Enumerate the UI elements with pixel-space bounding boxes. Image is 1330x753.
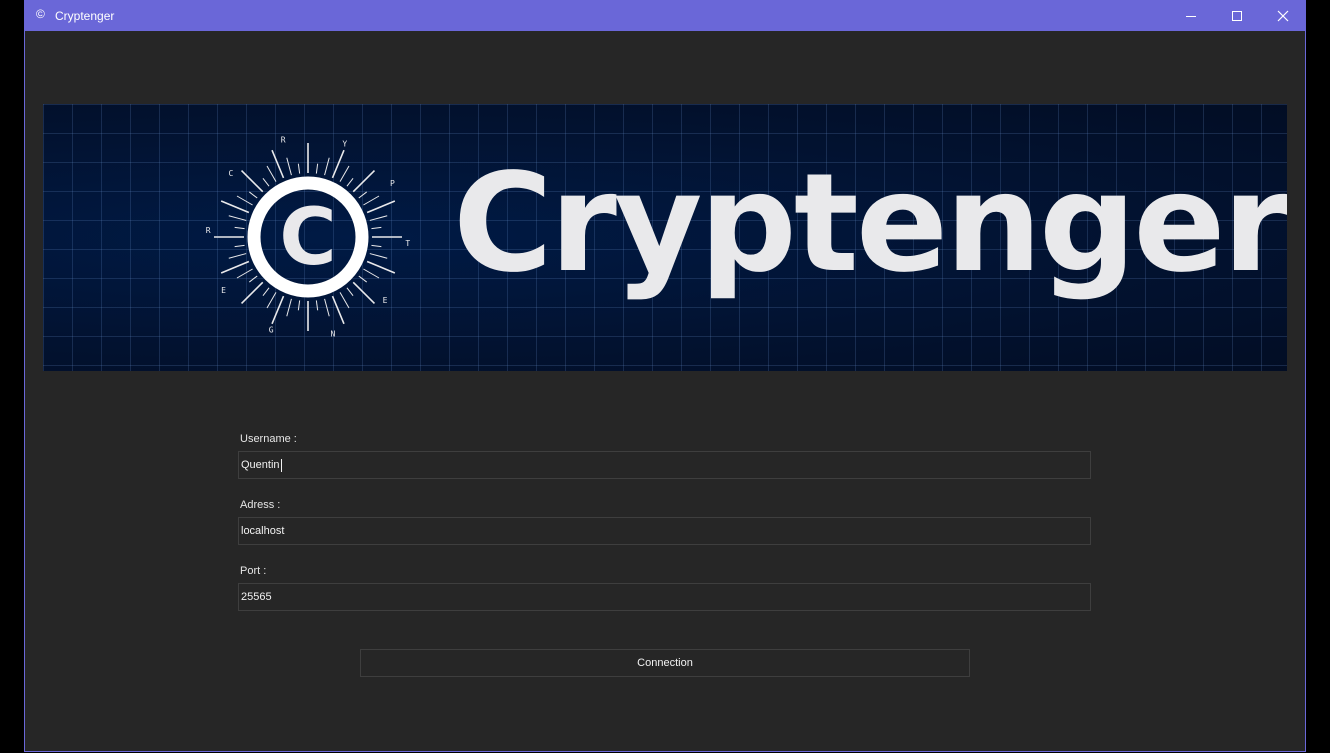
logo-ring-letter: R: [206, 226, 211, 235]
logo-ray: [358, 275, 368, 283]
logo-ray: [262, 287, 270, 297]
logo-ray: [358, 191, 368, 199]
app-wordmark: Cryptenger: [453, 145, 1287, 303]
logo-ray: [369, 253, 388, 259]
connection-button[interactable]: Connection: [360, 649, 970, 677]
logo-ring-letter: Y: [342, 140, 347, 149]
logo-ray: [315, 300, 319, 311]
logo-ray: [220, 260, 250, 274]
banner-image: C C R Y P T E N G E R Cryptenger: [43, 104, 1287, 371]
text-caret: [280, 458, 282, 472]
logo-ray: [352, 169, 376, 193]
minimize-button[interactable]: [1168, 0, 1214, 31]
logo-letter: C: [279, 193, 336, 283]
logo-ray: [315, 163, 319, 174]
logo-ray: [220, 200, 250, 214]
logo-ray: [234, 226, 245, 230]
app-icon: ©: [36, 7, 45, 21]
logo-ring-letter: R: [281, 136, 286, 145]
logo-ray: [331, 149, 345, 179]
logo-ray: [266, 165, 277, 182]
logo-ray: [324, 157, 330, 176]
username-label: Username :: [240, 433, 297, 445]
logo-ray: [262, 177, 270, 187]
username-value: Quentin: [241, 459, 280, 471]
logo-ring-letter: P: [390, 179, 395, 188]
logo-ray: [363, 268, 380, 279]
cryptenger-logo-icon: C C R Y P T E N G E R: [206, 136, 411, 339]
logo-ring-letter: E: [383, 296, 388, 305]
logo-ray: [248, 191, 258, 199]
logo-ray: [346, 287, 354, 297]
logo-ray: [271, 295, 285, 325]
logo-ray: [271, 149, 285, 179]
logo-ray: [234, 244, 245, 248]
logo-ray: [236, 195, 253, 206]
logo-ray: [266, 292, 277, 309]
logo-ring-letter: G: [269, 325, 274, 334]
logo-ray: [352, 281, 376, 305]
logo-ray: [339, 292, 350, 309]
logo-ray: [228, 253, 247, 259]
minimize-icon: [1186, 15, 1196, 17]
logo-ray: [286, 298, 292, 317]
logo-ray: [324, 298, 330, 317]
maximize-icon: [1232, 10, 1242, 21]
logo-ray: [371, 226, 382, 230]
address-value: localhost: [241, 525, 285, 537]
logo-ray: [366, 200, 396, 214]
maximize-button[interactable]: [1214, 0, 1260, 31]
window-title: Cryptenger: [55, 9, 115, 23]
logo-ray: [366, 260, 396, 274]
logo-ring-letter: N: [330, 329, 335, 338]
logo-ray: [339, 165, 350, 182]
close-button[interactable]: [1260, 0, 1306, 31]
logo-ray: [331, 295, 345, 325]
address-input[interactable]: localhost: [238, 517, 1091, 545]
title-bar[interactable]: © Cryptenger: [25, 0, 1305, 31]
logo-ray: [369, 215, 388, 221]
port-value: 25565: [241, 591, 272, 603]
logo-ray: [228, 215, 247, 221]
logo-ring-letter: T: [405, 239, 410, 248]
logo-ray: [286, 157, 292, 176]
port-input[interactable]: 25565: [238, 583, 1091, 611]
close-icon: [1277, 10, 1289, 21]
port-label: Port :: [240, 565, 267, 577]
username-input[interactable]: Quentin: [238, 451, 1091, 479]
logo-ray: [236, 268, 253, 279]
logo-ray: [297, 300, 301, 311]
logo-ray: [248, 275, 258, 283]
app-window: © Cryptenger C C R Y P T E N G E R Cryptenger Use…: [24, 0, 1306, 752]
logo-ray: [346, 177, 354, 187]
logo-ray: [297, 163, 301, 174]
logo-ray: [240, 281, 264, 305]
logo-ring-letter: C: [229, 169, 234, 178]
logo-ray: [240, 169, 264, 193]
logo-ray: [371, 244, 382, 248]
logo-ray: [363, 195, 380, 206]
address-label: Adress :: [240, 499, 281, 511]
logo-ring-letter: E: [221, 286, 226, 295]
